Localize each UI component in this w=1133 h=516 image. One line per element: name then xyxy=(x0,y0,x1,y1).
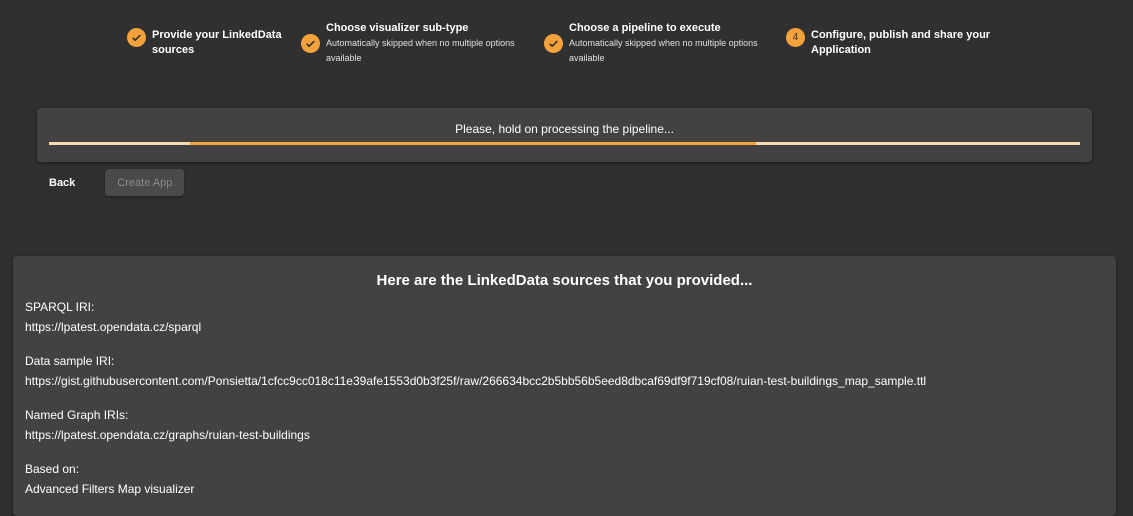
action-bar: Back Create App xyxy=(37,169,185,196)
step-4-title-line1: Configure, publish and share your xyxy=(811,29,991,41)
create-app-button[interactable]: Create App xyxy=(105,169,185,196)
stepper: Provide your LinkedData sources Choose v… xyxy=(0,0,1133,90)
step-1-title-line1: Provide your LinkedData xyxy=(152,29,282,41)
step-2-subtitle-line1: Automatically skipped when no multiple o… xyxy=(326,38,515,48)
step-4: 4 Configure, publish and share your Appl… xyxy=(786,28,990,58)
sparql-iri-field: SPARQL IRI: https://lpatest.opendata.cz/… xyxy=(25,297,201,337)
named-graph-iri-field: Named Graph IRIs: https://lpatest.openda… xyxy=(25,405,310,445)
step-4-title-line2: Application xyxy=(811,44,871,56)
step-3: Choose a pipeline to execute Automatical… xyxy=(544,21,758,66)
progress-label: Please, hold on processing the pipeline.… xyxy=(455,122,674,136)
step-2: Choose visualizer sub-type Automatically… xyxy=(301,21,515,66)
check-icon xyxy=(544,34,563,53)
progress-card: Please, hold on processing the pipeline.… xyxy=(37,108,1092,162)
based-on-field: Based on: Advanced Filters Map visualize… xyxy=(25,459,194,499)
progress-bar xyxy=(190,142,756,145)
sources-card: Here are the LinkedData sources that you… xyxy=(13,256,1116,516)
back-button[interactable]: Back xyxy=(37,169,87,196)
step-3-subtitle-line1: Automatically skipped when no multiple o… xyxy=(569,38,758,48)
data-sample-iri-label: Data sample IRI: xyxy=(25,354,115,368)
progress-track xyxy=(49,142,1080,145)
step-2-title: Choose visualizer sub-type xyxy=(326,22,469,34)
check-icon xyxy=(301,34,320,53)
based-on-value: Advanced Filters Map visualizer xyxy=(25,482,195,496)
step-2-subtitle-line2: available xyxy=(326,53,362,63)
based-on-label: Based on: xyxy=(25,462,80,476)
data-sample-iri-value: https://gist.githubusercontent.com/Ponsi… xyxy=(25,374,927,388)
step-3-title: Choose a pipeline to execute xyxy=(569,22,721,34)
step-3-subtitle-line2: available xyxy=(569,53,605,63)
sources-title: Here are the LinkedData sources that you… xyxy=(376,272,753,289)
check-icon xyxy=(127,28,146,47)
step-1-title-line2: sources xyxy=(152,44,195,56)
sparql-iri-value: https://lpatest.opendata.cz/sparql xyxy=(25,320,202,334)
step-1: Provide your LinkedData sources xyxy=(127,28,282,58)
sparql-iri-label: SPARQL IRI: xyxy=(25,300,95,314)
data-sample-iri-field: Data sample IRI: https://gist.githubuser… xyxy=(25,351,926,391)
named-graph-iri-label: Named Graph IRIs: xyxy=(25,408,129,422)
step-number-badge: 4 xyxy=(786,28,805,47)
named-graph-iri-value: https://lpatest.opendata.cz/graphs/ruian… xyxy=(25,428,310,442)
